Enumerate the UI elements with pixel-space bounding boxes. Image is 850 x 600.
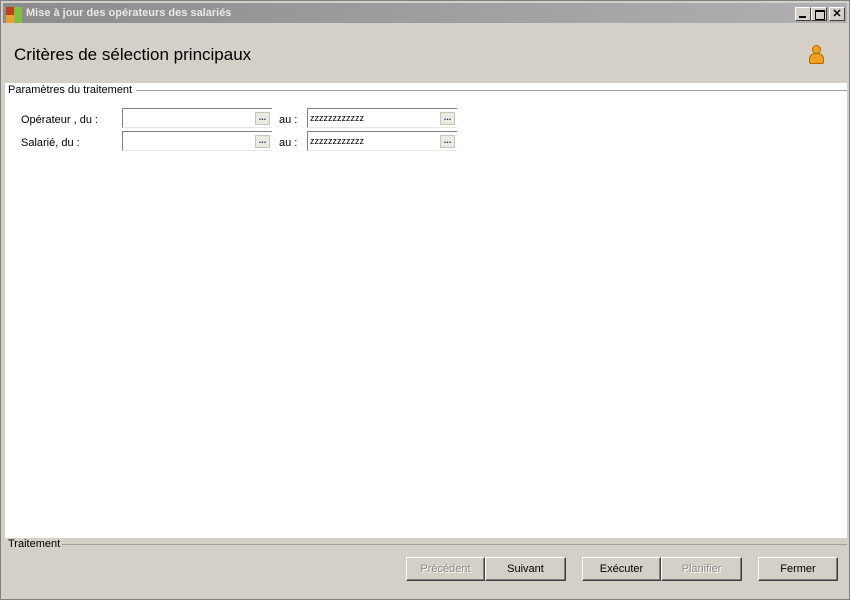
operateur-from-label: Opérateur , du : <box>21 114 99 126</box>
schedule-button[interactable]: Planifier <box>661 557 742 581</box>
execute-button[interactable]: Exécuter <box>582 557 661 581</box>
salarie-to-lookup-button[interactable]: ... <box>440 135 455 148</box>
operateur-to-lookup-button[interactable]: ... <box>440 112 455 125</box>
operateur-from-lookup-button[interactable]: ... <box>255 112 270 125</box>
title-bar[interactable]: Mise à jour des opérateurs des salariés … <box>3 3 847 23</box>
salarie-from-lookup-button[interactable]: ... <box>255 135 270 148</box>
operateur-from-input[interactable] <box>124 110 252 126</box>
salarie-to-field[interactable]: ... <box>307 131 457 151</box>
parameters-panel: Paramètres du traitement Opérateur , du … <box>5 83 847 537</box>
operateur-to-field[interactable]: ... <box>307 108 457 128</box>
operateur-to-input[interactable] <box>309 110 437 126</box>
user-icon[interactable] <box>808 45 824 67</box>
salarie-to-input[interactable] <box>309 133 437 149</box>
footer-panel: Traitement Précédent Suivant Exécuter Pl… <box>5 537 847 597</box>
footer-top-border <box>5 537 847 538</box>
salarie-to-label: au : <box>279 137 298 149</box>
minimize-button[interactable] <box>795 7 811 21</box>
next-button[interactable]: Suivant <box>485 557 566 581</box>
parameters-group-label: Paramètres du traitement <box>8 84 137 96</box>
page-title: Critères de sélection principaux <box>14 45 252 64</box>
salarie-from-field[interactable]: ... <box>122 131 272 151</box>
close-button[interactable]: Fermer <box>758 557 838 581</box>
operateur-to-label: au : <box>279 114 298 126</box>
close-icon: ✕ <box>832 8 842 20</box>
app-window: Mise à jour des opérateurs des salariés … <box>0 0 850 600</box>
footer-divider <box>62 544 847 545</box>
maximize-button[interactable] <box>811 7 827 21</box>
close-window-button[interactable]: ✕ <box>829 7 845 21</box>
group-divider <box>131 90 847 91</box>
salarie-from-input[interactable] <box>124 133 252 149</box>
app-logo-icon <box>6 7 22 23</box>
header: Critères de sélection principaux <box>5 25 847 83</box>
window-title: Mise à jour des opérateurs des salariés <box>26 7 232 19</box>
salarie-from-label: Salarié, du : <box>21 137 80 149</box>
previous-button[interactable]: Précédent <box>406 557 485 581</box>
operateur-from-field[interactable]: ... <box>122 108 272 128</box>
footer-group-label: Traitement <box>8 538 61 550</box>
